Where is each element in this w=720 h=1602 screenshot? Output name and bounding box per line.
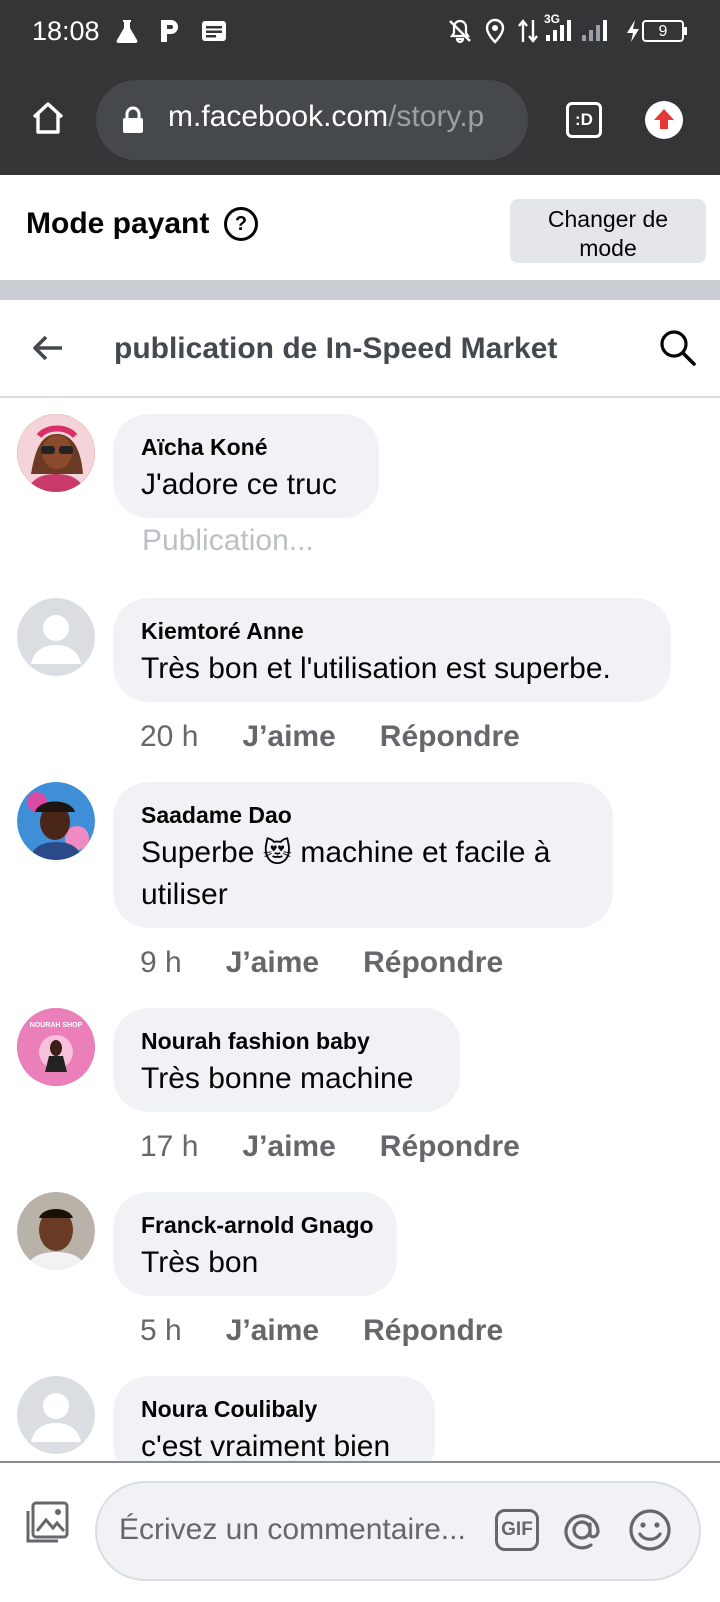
change-mode-line2: mode: [579, 235, 637, 261]
browser-chrome: 18:08 3G 9 m.facebook.com/story.p:D: [0, 0, 720, 175]
like-button[interactable]: J’aime: [242, 1130, 335, 1163]
comment-text-start: Superbe: [141, 836, 255, 869]
change-mode-button[interactable]: Changer de mode: [510, 199, 706, 263]
comment-time: 20 h: [140, 720, 199, 753]
separator: [0, 280, 720, 300]
parking-icon: [158, 17, 182, 45]
search-icon[interactable]: [658, 328, 698, 368]
status-bar: 18:08 3G 9: [0, 0, 720, 62]
page-header: publication de In-Speed Market: [0, 300, 720, 398]
comment-text: Très bon: [141, 1246, 259, 1279]
comment-author[interactable]: Saadame Dao: [141, 800, 585, 830]
comment-bubble: Franck-arnold Gnago Très bon: [113, 1192, 397, 1296]
location-icon: [482, 17, 508, 45]
avatar[interactable]: [17, 414, 95, 492]
back-arrow-icon[interactable]: [30, 330, 66, 366]
avatar[interactable]: NOURAH SHOP: [17, 1008, 95, 1086]
avatar[interactable]: [17, 1376, 95, 1454]
comment-author[interactable]: Kiemtoré Anne: [141, 616, 643, 646]
reply-button[interactable]: Répondre: [363, 1314, 503, 1347]
avatar[interactable]: [17, 598, 95, 676]
status-time: 18:08: [32, 16, 100, 46]
comment-time: 17 h: [140, 1130, 199, 1163]
url-bar[interactable]: m.facebook.com/story.p: [96, 80, 528, 160]
comment-author[interactable]: Franck-arnold Gnago: [141, 1210, 374, 1240]
comment-bubble: Saadame Dao Superbe 😻 machine et facile …: [113, 782, 613, 928]
heart-eyes-cat-emoji: 😻: [262, 837, 292, 868]
emoji-icon[interactable]: [627, 1507, 673, 1553]
reply-button[interactable]: Répondre: [363, 946, 503, 979]
comment-author[interactable]: Nourah fashion baby: [141, 1026, 432, 1056]
signal-icon: 3G: [544, 12, 614, 42]
tabs-button[interactable]: :D: [566, 102, 602, 138]
comment-bubble: Aïcha Koné J'adore ce truc: [113, 414, 379, 518]
flask-icon: [112, 17, 142, 45]
like-button[interactable]: J’aime: [226, 946, 319, 979]
comment-text: Superbe 😻 machine et facile à utiliser: [141, 832, 585, 916]
comment-time: 5 h: [140, 1314, 182, 1347]
charging-icon: [626, 17, 640, 45]
gif-button[interactable]: GIF: [495, 1509, 539, 1551]
bell-off-icon: [446, 17, 474, 45]
comment-input[interactable]: Écrivez un commentaire... GIF: [95, 1481, 701, 1581]
photo-icon[interactable]: [24, 1499, 72, 1547]
avatar[interactable]: [17, 1192, 95, 1270]
comment-author[interactable]: Noura Coulibaly: [141, 1394, 407, 1424]
news-icon: [200, 17, 228, 45]
comment-placeholder: Écrivez un commentaire...: [119, 1513, 466, 1546]
help-icon[interactable]: ?: [224, 207, 258, 241]
url-host: m.facebook.com: [168, 100, 389, 133]
update-icon[interactable]: [645, 101, 683, 139]
page-title: publication de In-Speed Market: [114, 332, 558, 365]
like-button[interactable]: J’aime: [242, 720, 335, 753]
home-icon[interactable]: [28, 98, 68, 138]
url-path: /story.p: [388, 100, 485, 133]
reply-button[interactable]: Répondre: [380, 720, 520, 753]
lock-icon: [121, 106, 145, 134]
mention-icon[interactable]: [559, 1507, 605, 1553]
network-type: 3G: [544, 12, 561, 26]
data-transfer-icon: [516, 17, 540, 45]
comment-bubble: Kiemtoré Anne Très bon et l'utilisation …: [113, 598, 671, 702]
comment-time: 9 h: [140, 946, 182, 979]
comment-composer: Écrivez un commentaire... GIF: [0, 1461, 720, 1602]
battery-level: 9: [658, 23, 668, 40]
comment-actions: 9 h J’aime Répondre: [140, 946, 547, 980]
reply-button[interactable]: Répondre: [380, 1130, 520, 1163]
comment-actions: 17 h J’aime Répondre: [140, 1130, 564, 1164]
like-button[interactable]: J’aime: [226, 1314, 319, 1347]
comment-text: Très bonne machine: [141, 1062, 414, 1095]
url-text: m.facebook.com/story.p: [168, 100, 518, 134]
comment-actions: 5 h J’aime Répondre: [140, 1314, 547, 1348]
comment-text: Très bon et l'utilisation est superbe.: [141, 652, 611, 685]
posting-status: Publication...: [142, 524, 314, 557]
comment-text: J'adore ce truc: [141, 468, 337, 501]
avatar[interactable]: [17, 782, 95, 860]
comment-bubble: Nourah fashion baby Très bonne machine: [113, 1008, 460, 1112]
mode-label: Mode payant: [26, 207, 210, 240]
data-mode-banner: Mode payant ? Changer de mode: [0, 175, 720, 280]
comment-author[interactable]: Aïcha Koné: [141, 432, 351, 462]
change-mode-line1: Changer de: [547, 206, 669, 232]
comment-actions: 20 h J’aime Répondre: [140, 720, 564, 754]
battery-icon: 9: [642, 17, 688, 45]
avatar-logo-text: NOURAH SHOP: [30, 1022, 83, 1029]
